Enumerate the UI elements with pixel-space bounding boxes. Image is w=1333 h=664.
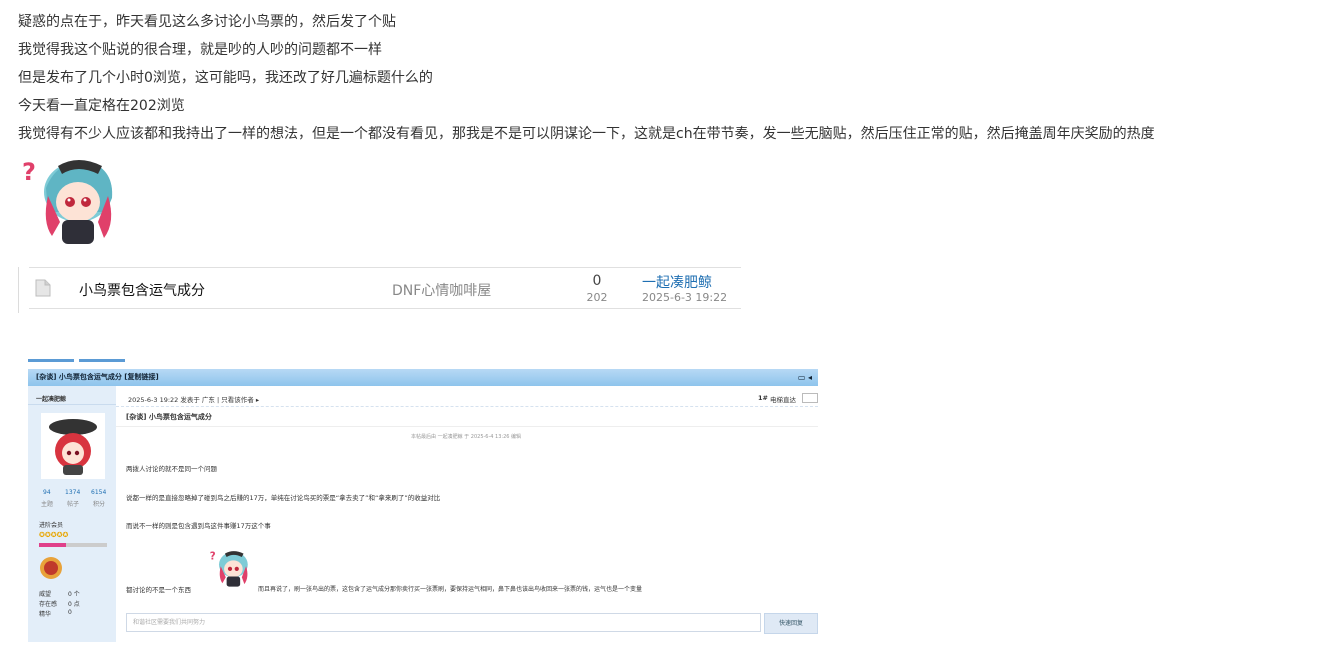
medal-icon <box>40 557 62 579</box>
stat-topics: 94 <box>43 489 51 496</box>
elevator-label: 电梯直达 <box>770 396 796 404</box>
svg-text:?: ? <box>210 552 216 563</box>
post-line-5: 我觉得有不少人应该都和我持出了一样的想法，但是一个都没有看见，那我是不是可以阴谋… <box>18 126 1155 142</box>
post-line-3: 但是发布了几个小时0浏览，这可能吗，我还改了好几遍标题什么的 <box>18 70 433 86</box>
floor-number: 1# <box>758 394 768 402</box>
edit-note: 本帖最后由 一起凑肥鲸 于 2025-6-4 13:26 编辑 <box>411 434 522 440</box>
post-meta: 2025-6-3 19:22 发表于 广东 | 只看该作者 ▸ <box>128 396 260 404</box>
thread-date: 2025-6-3 19:22 <box>642 291 728 304</box>
profile-value: 0 点 <box>68 601 80 608</box>
anime-girl-sticker-icon: ? <box>22 158 113 244</box>
stat-label: 帖子 <box>67 501 80 508</box>
avatar <box>41 413 105 479</box>
svg-text:?: ? <box>22 158 36 186</box>
tab-indicator <box>79 359 125 362</box>
author-sidebar: 一起凑肥鲸 94 1374 6154 主题 帖子 积分 进阶会员 ✪✪✪✪✪ 威… <box>28 386 116 642</box>
profile-value: 0 <box>68 609 72 616</box>
post-line-4: 今天看一直定格在202浏览 <box>18 98 185 114</box>
thread-reply-count: 0 <box>592 273 602 289</box>
user-rank: 进阶会员 <box>39 522 64 529</box>
document-icon <box>35 279 51 297</box>
stat-label: 积分 <box>93 501 106 508</box>
linked-thread-row[interactable]: 小鸟票包含运气成分 DNF心情咖啡屋 0 202 一起凑肥鲸 2025-6-3 … <box>18 267 741 313</box>
tab-indicator <box>28 359 74 362</box>
thread-author-link[interactable]: 一起凑肥鲸 <box>642 272 712 292</box>
screenshot-header: [杂谈] 小鸟票包含运气成分 [复制链接] ▭ ◂ <box>28 369 818 386</box>
author-name: 一起凑肥鲸 <box>36 396 67 403</box>
star-rating-icon: ✪✪✪✪✪ <box>39 531 69 539</box>
body-line-2: 说都一样的是直接忽略掉了碰到鸟之后赚的17万，单纯在讨论鸟买的票是“拿去卖了”和… <box>126 494 441 502</box>
elevator-input <box>802 393 818 403</box>
post-line-1: 疑惑的点在于，昨天看见这么多讨论小鸟票的，然后发了个贴 <box>18 14 396 30</box>
embedded-screenshot: [杂谈] 小鸟票包含运气成分 [复制链接] ▭ ◂ 一起凑肥鲸 94 1374 … <box>28 369 818 642</box>
print-icon: ▭ ◂ <box>797 373 812 382</box>
profile-label: 存在感 <box>39 601 58 608</box>
level-bar <box>39 543 107 547</box>
profile-value: 0 个 <box>68 591 80 598</box>
stat-label: 主题 <box>41 501 54 508</box>
body-line-1: 两拨人讨论的就不是同一个问题 <box>126 465 217 473</box>
thread-forum-link[interactable]: DNF心情咖啡屋 <box>392 280 491 300</box>
anime-girl-sticker-icon: ? <box>210 551 248 587</box>
quick-reply-input[interactable]: 和谐社区需要我们共同努力 <box>126 613 761 632</box>
post-line-2: 我觉得我这个贴说的很合理，就是吵的人吵的问题都不一样 <box>18 42 382 58</box>
screenshot-thread-title: [杂谈] 小鸟票包含运气成分 [复制链接] <box>36 373 159 381</box>
thread-title-link[interactable]: 小鸟票包含运气成分 <box>79 280 205 300</box>
profile-label: 威望 <box>39 591 52 598</box>
post-title: [杂谈] 小鸟票包含运气成分 <box>126 413 212 421</box>
thread-view-count: 202 <box>586 291 608 304</box>
profile-label: 精华 <box>39 611 52 618</box>
stat-credits: 6154 <box>91 489 107 496</box>
body-line-4-end: 而且再说了，刷一张鸟出的票，这包含了运气成分那你卖行买一张票刷，要保持运气相同，… <box>258 586 643 593</box>
body-line-3: 而说不一样的则是包含遇到鸟这件事赚17万这个事 <box>126 522 271 530</box>
body-line-4-start: 都讨论的不是一个东西 <box>126 586 191 594</box>
post-content: 2025-6-3 19:22 发表于 广东 | 只看该作者 ▸ 1# 电梯直达 … <box>116 386 818 642</box>
stat-posts: 1374 <box>65 489 81 496</box>
quick-reply-button[interactable]: 快速回复 <box>764 613 818 634</box>
